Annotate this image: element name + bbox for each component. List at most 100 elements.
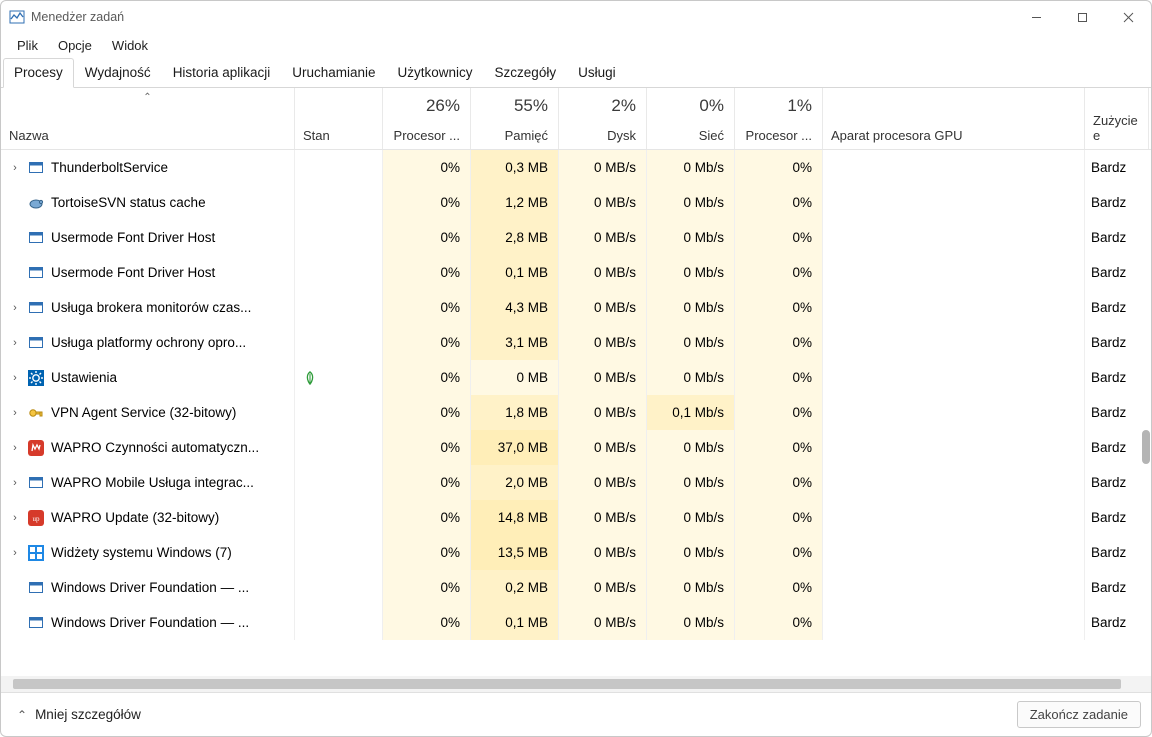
menu-item[interactable]: Widok bbox=[102, 35, 158, 56]
column-header-gpu[interactable]: 1% Procesor ... bbox=[735, 88, 823, 149]
column-summary: 1% bbox=[787, 96, 812, 116]
process-name: Usługa brokera monitorów czas... bbox=[51, 300, 251, 315]
process-row[interactable]: Usermode Font Driver Host0%0,1 MB0 MB/s0… bbox=[1, 255, 1151, 290]
cell-memory: 1,2 MB bbox=[471, 185, 559, 220]
tabbar: ProcesyWydajnośćHistoria aplikacjiUrucha… bbox=[1, 57, 1151, 88]
expander-icon[interactable]: › bbox=[7, 442, 23, 454]
menu-item[interactable]: Plik bbox=[7, 35, 48, 56]
cell-cpu: 0% bbox=[383, 535, 471, 570]
cell-network: 0 Mb/s bbox=[647, 150, 735, 185]
process-row[interactable]: Windows Driver Foundation — ...0%0,1 MB0… bbox=[1, 605, 1151, 640]
process-row[interactable]: ›WAPRO Mobile Usługa integrac...0%2,0 MB… bbox=[1, 465, 1151, 500]
end-task-button[interactable]: Zakończ zadanie bbox=[1017, 701, 1141, 728]
process-row[interactable]: ›VPN Agent Service (32-bitowy)0%1,8 MB0 … bbox=[1, 395, 1151, 430]
expander-icon[interactable]: › bbox=[7, 512, 23, 524]
column-label: Nazwa bbox=[1, 128, 294, 143]
process-row[interactable]: ›WAPRO Czynności automatyczn...0%37,0 MB… bbox=[1, 430, 1151, 465]
column-label: Stan bbox=[295, 128, 382, 143]
footer: ⌃ Mniej szczegółów Zakończ zadanie bbox=[1, 692, 1151, 736]
cell-gpu-engine bbox=[823, 570, 1085, 605]
cell-state bbox=[295, 360, 383, 395]
titlebar: Menedżer zadań bbox=[1, 1, 1151, 33]
expander-icon[interactable]: › bbox=[7, 477, 23, 489]
process-name: Widżety systemu Windows (7) bbox=[51, 545, 232, 560]
cell-disk: 0 MB/s bbox=[559, 220, 647, 255]
cell-name: ›Usługa platformy ochrony opro... bbox=[1, 325, 295, 360]
process-name: Ustawienia bbox=[51, 370, 117, 385]
cell-gpu-consumption: Bardz bbox=[1085, 570, 1149, 605]
process-name: Windows Driver Foundation — ... bbox=[51, 580, 249, 595]
process-row[interactable]: TortoiseSVN status cache0%1,2 MB0 MB/s0 … bbox=[1, 185, 1151, 220]
column-header-cpu[interactable]: 26% Procesor ... bbox=[383, 88, 471, 149]
expander-icon[interactable]: › bbox=[7, 372, 23, 384]
cell-gpu-consumption: Bardz bbox=[1085, 220, 1149, 255]
cell-network: 0 Mb/s bbox=[647, 220, 735, 255]
fewer-details-button[interactable]: ⌃ Mniej szczegółów bbox=[11, 703, 147, 726]
close-button[interactable] bbox=[1105, 1, 1151, 33]
expander-icon[interactable]: › bbox=[7, 302, 23, 314]
wapro-up-icon: up bbox=[27, 509, 45, 527]
cell-cpu: 0% bbox=[383, 360, 471, 395]
process-rows[interactable]: ›ThunderboltService0%0,3 MB0 MB/s0 Mb/s0… bbox=[1, 150, 1151, 676]
settings-icon bbox=[27, 369, 45, 387]
process-row[interactable]: ›Usługa brokera monitorów czas...0%4,3 M… bbox=[1, 290, 1151, 325]
column-header-name[interactable]: ⌃ Nazwa bbox=[1, 88, 295, 149]
generic-app-icon bbox=[27, 579, 45, 597]
process-row[interactable]: ›Widżety systemu Windows (7)0%13,5 MB0 M… bbox=[1, 535, 1151, 570]
vertical-scrollbar[interactable] bbox=[1141, 150, 1151, 676]
horizontal-scrollbar[interactable] bbox=[1, 676, 1151, 692]
tab[interactable]: Uruchamianie bbox=[281, 58, 386, 88]
cell-name: › VPN Agent Service (32-bitowy) bbox=[1, 395, 295, 430]
vertical-scrollbar-thumb[interactable] bbox=[1142, 430, 1150, 464]
expander-icon[interactable]: › bbox=[7, 162, 23, 174]
cell-state bbox=[295, 255, 383, 290]
process-row[interactable]: Usermode Font Driver Host0%2,8 MB0 MB/s0… bbox=[1, 220, 1151, 255]
column-summary: 26% bbox=[426, 96, 460, 116]
tab[interactable]: Historia aplikacji bbox=[162, 58, 282, 88]
cell-gpu-engine bbox=[823, 395, 1085, 430]
cell-cpu: 0% bbox=[383, 150, 471, 185]
column-header-gpu-consumption[interactable]: Zużycie e bbox=[1085, 88, 1149, 149]
tab[interactable]: Usługi bbox=[567, 58, 627, 88]
sort-caret-icon: ⌃ bbox=[143, 92, 151, 103]
minimize-button[interactable] bbox=[1013, 1, 1059, 33]
column-summary: 0% bbox=[699, 96, 724, 116]
expander-icon[interactable]: › bbox=[7, 337, 23, 349]
menu-item[interactable]: Opcje bbox=[48, 35, 102, 56]
expander-icon[interactable]: › bbox=[7, 547, 23, 559]
process-row[interactable]: ›upWAPRO Update (32-bitowy)0%14,8 MB0 MB… bbox=[1, 500, 1151, 535]
column-label: Pamięć bbox=[471, 128, 558, 143]
column-label: Aparat procesora GPU bbox=[823, 128, 1084, 143]
cell-cpu: 0% bbox=[383, 500, 471, 535]
tab[interactable]: Procesy bbox=[3, 58, 74, 88]
column-header-state[interactable]: Stan bbox=[295, 88, 383, 149]
tab[interactable]: Użytkownicy bbox=[387, 58, 484, 88]
cell-network: 0 Mb/s bbox=[647, 605, 735, 640]
cell-cpu: 0% bbox=[383, 185, 471, 220]
process-name: VPN Agent Service (32-bitowy) bbox=[51, 405, 236, 420]
cell-gpu-consumption: Bardz bbox=[1085, 185, 1149, 220]
tortoise-icon bbox=[27, 194, 45, 212]
tab[interactable]: Szczegóły bbox=[484, 58, 568, 88]
expander-icon[interactable]: › bbox=[7, 407, 23, 419]
process-row[interactable]: ›Ustawienia0%0 MB0 MB/s0 Mb/s0%Bardz bbox=[1, 360, 1151, 395]
maximize-button[interactable] bbox=[1059, 1, 1105, 33]
horizontal-scrollbar-thumb[interactable] bbox=[13, 679, 1121, 689]
cell-name: › Widżety systemu Windows (7) bbox=[1, 535, 295, 570]
column-summary: 55% bbox=[514, 96, 548, 116]
cell-network: 0 Mb/s bbox=[647, 325, 735, 360]
cell-disk: 0 MB/s bbox=[559, 325, 647, 360]
column-header-network[interactable]: 0% Sieć bbox=[647, 88, 735, 149]
cell-gpu: 0% bbox=[735, 500, 823, 535]
column-header-memory[interactable]: 55% Pamięć bbox=[471, 88, 559, 149]
cell-memory: 2,0 MB bbox=[471, 465, 559, 500]
process-row[interactable]: Windows Driver Foundation — ...0%0,2 MB0… bbox=[1, 570, 1151, 605]
process-row[interactable]: ›Usługa platformy ochrony opro...0%3,1 M… bbox=[1, 325, 1151, 360]
tab[interactable]: Wydajność bbox=[74, 58, 162, 88]
column-header-disk[interactable]: 2% Dysk bbox=[559, 88, 647, 149]
process-row[interactable]: ›ThunderboltService0%0,3 MB0 MB/s0 Mb/s0… bbox=[1, 150, 1151, 185]
column-header-gpu-engine[interactable]: Aparat procesora GPU bbox=[823, 88, 1085, 149]
cell-name: › Ustawienia bbox=[1, 360, 295, 395]
cell-disk: 0 MB/s bbox=[559, 570, 647, 605]
menubar: PlikOpcjeWidok bbox=[1, 33, 1151, 57]
